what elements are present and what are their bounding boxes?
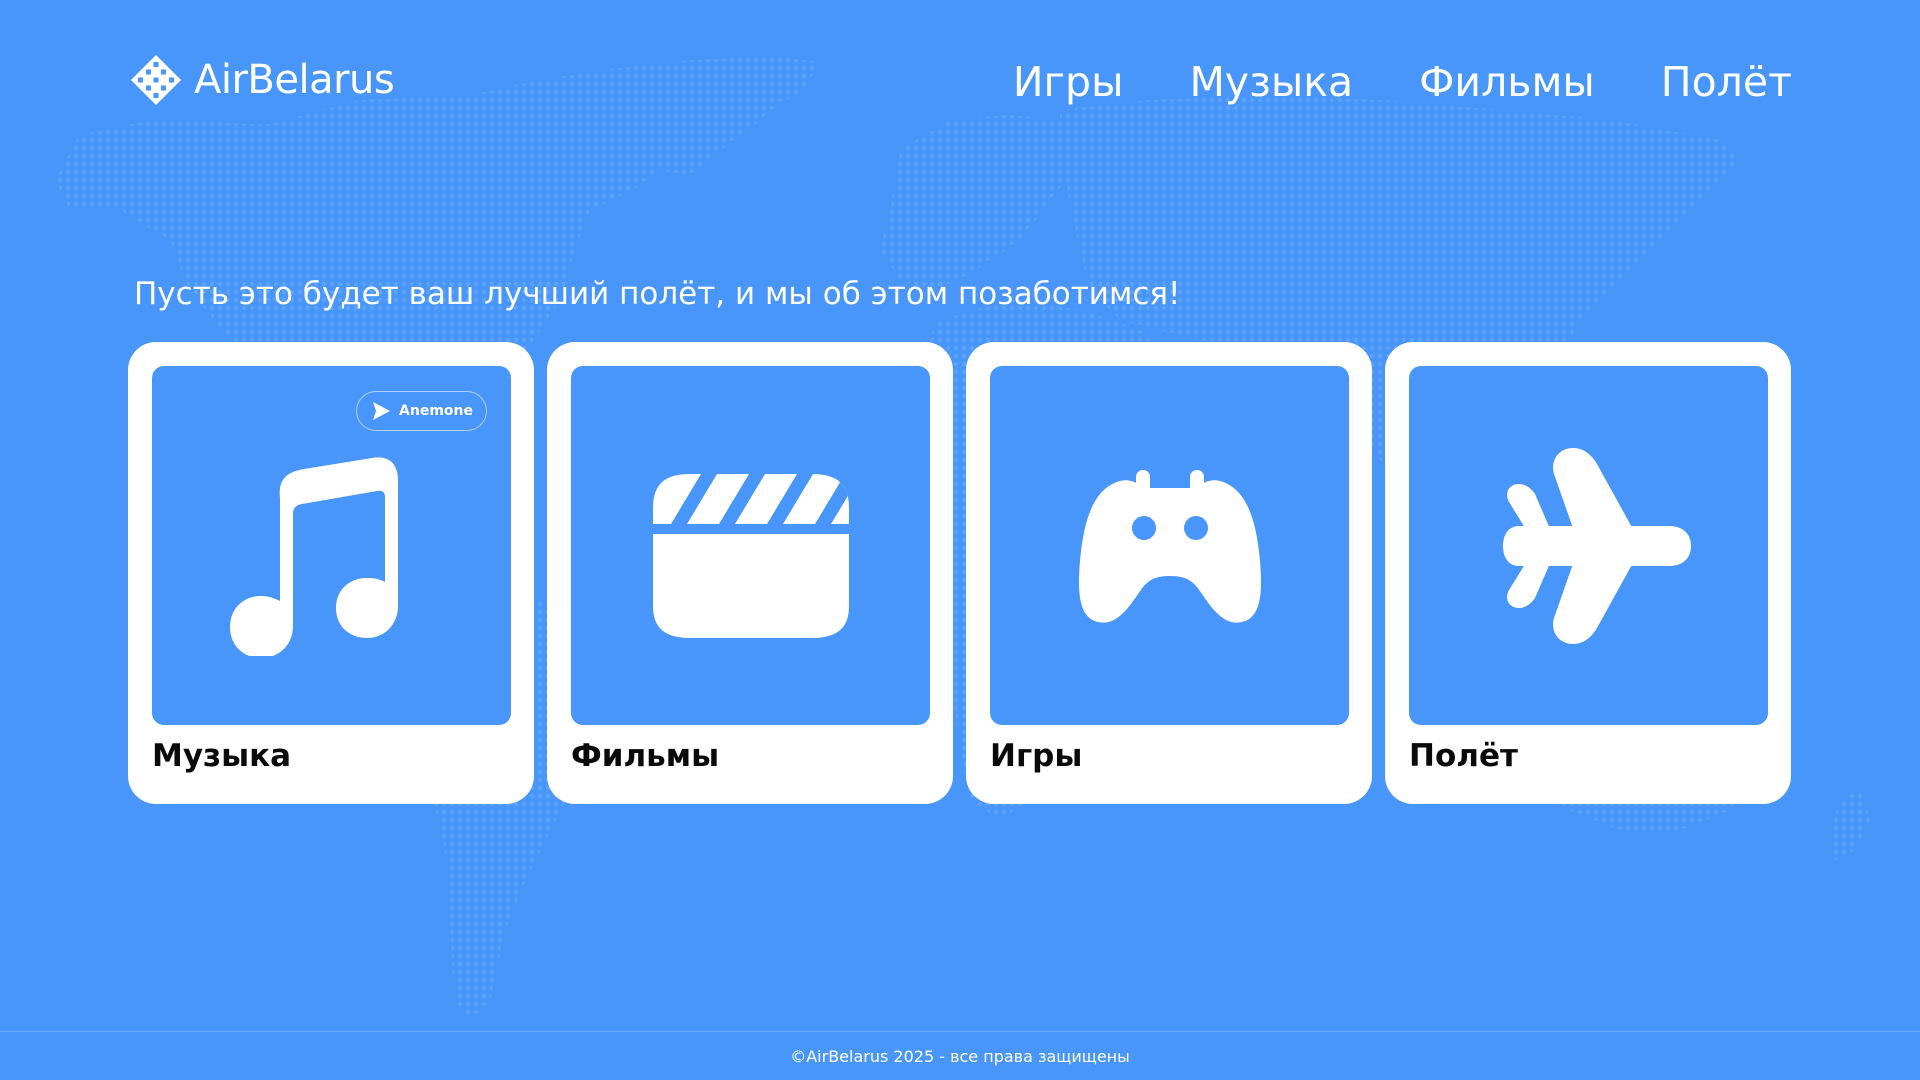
card-music-title: Музыка <box>152 738 292 774</box>
now-playing-label: Anemone <box>399 403 473 419</box>
nav-item-games[interactable]: Игры <box>1013 58 1124 106</box>
gamepad-icon <box>1078 469 1261 623</box>
nav-item-music[interactable]: Музыка <box>1189 58 1353 106</box>
main-nav: Игры Музыка Фильмы Полёт <box>1013 54 1792 110</box>
logo-text: AirBelarus <box>194 57 395 103</box>
card-games-title: Игры <box>990 738 1083 774</box>
card-music-image: Anemone <box>152 366 511 725</box>
music-note-icon <box>229 456 398 656</box>
nav-item-flight[interactable]: Полёт <box>1661 58 1792 106</box>
diamond-pattern-logo-icon <box>131 55 181 105</box>
card-movies[interactable]: Фильмы <box>547 342 953 804</box>
card-flight-title: Полёт <box>1409 738 1518 774</box>
logo[interactable]: AirBelarus <box>130 54 395 106</box>
card-flight[interactable]: Полёт <box>1385 342 1791 804</box>
tagline: Пусть это будет ваш лучший полёт, и мы о… <box>134 276 1181 312</box>
play-arrow-icon <box>373 402 391 420</box>
card-movies-title: Фильмы <box>571 738 720 774</box>
copyright-text: ©AirBelarus 2025 - все права защищены <box>790 1046 1130 1066</box>
card-movies-image <box>571 366 930 725</box>
category-cards: Anemone Музыка Фильмы Игры Полёт <box>128 342 1791 804</box>
card-music[interactable]: Anemone Музыка <box>128 342 534 804</box>
card-games[interactable]: Игры <box>966 342 1372 804</box>
card-games-image <box>990 366 1349 725</box>
now-playing-badge[interactable]: Anemone <box>356 391 487 431</box>
clapperboard-icon <box>652 473 849 638</box>
card-flight-image <box>1409 366 1768 725</box>
footer: ©AirBelarus 2025 - все права защищены <box>0 1031 1920 1080</box>
nav-item-movies[interactable]: Фильмы <box>1419 58 1595 106</box>
airplane-icon <box>1502 447 1691 644</box>
